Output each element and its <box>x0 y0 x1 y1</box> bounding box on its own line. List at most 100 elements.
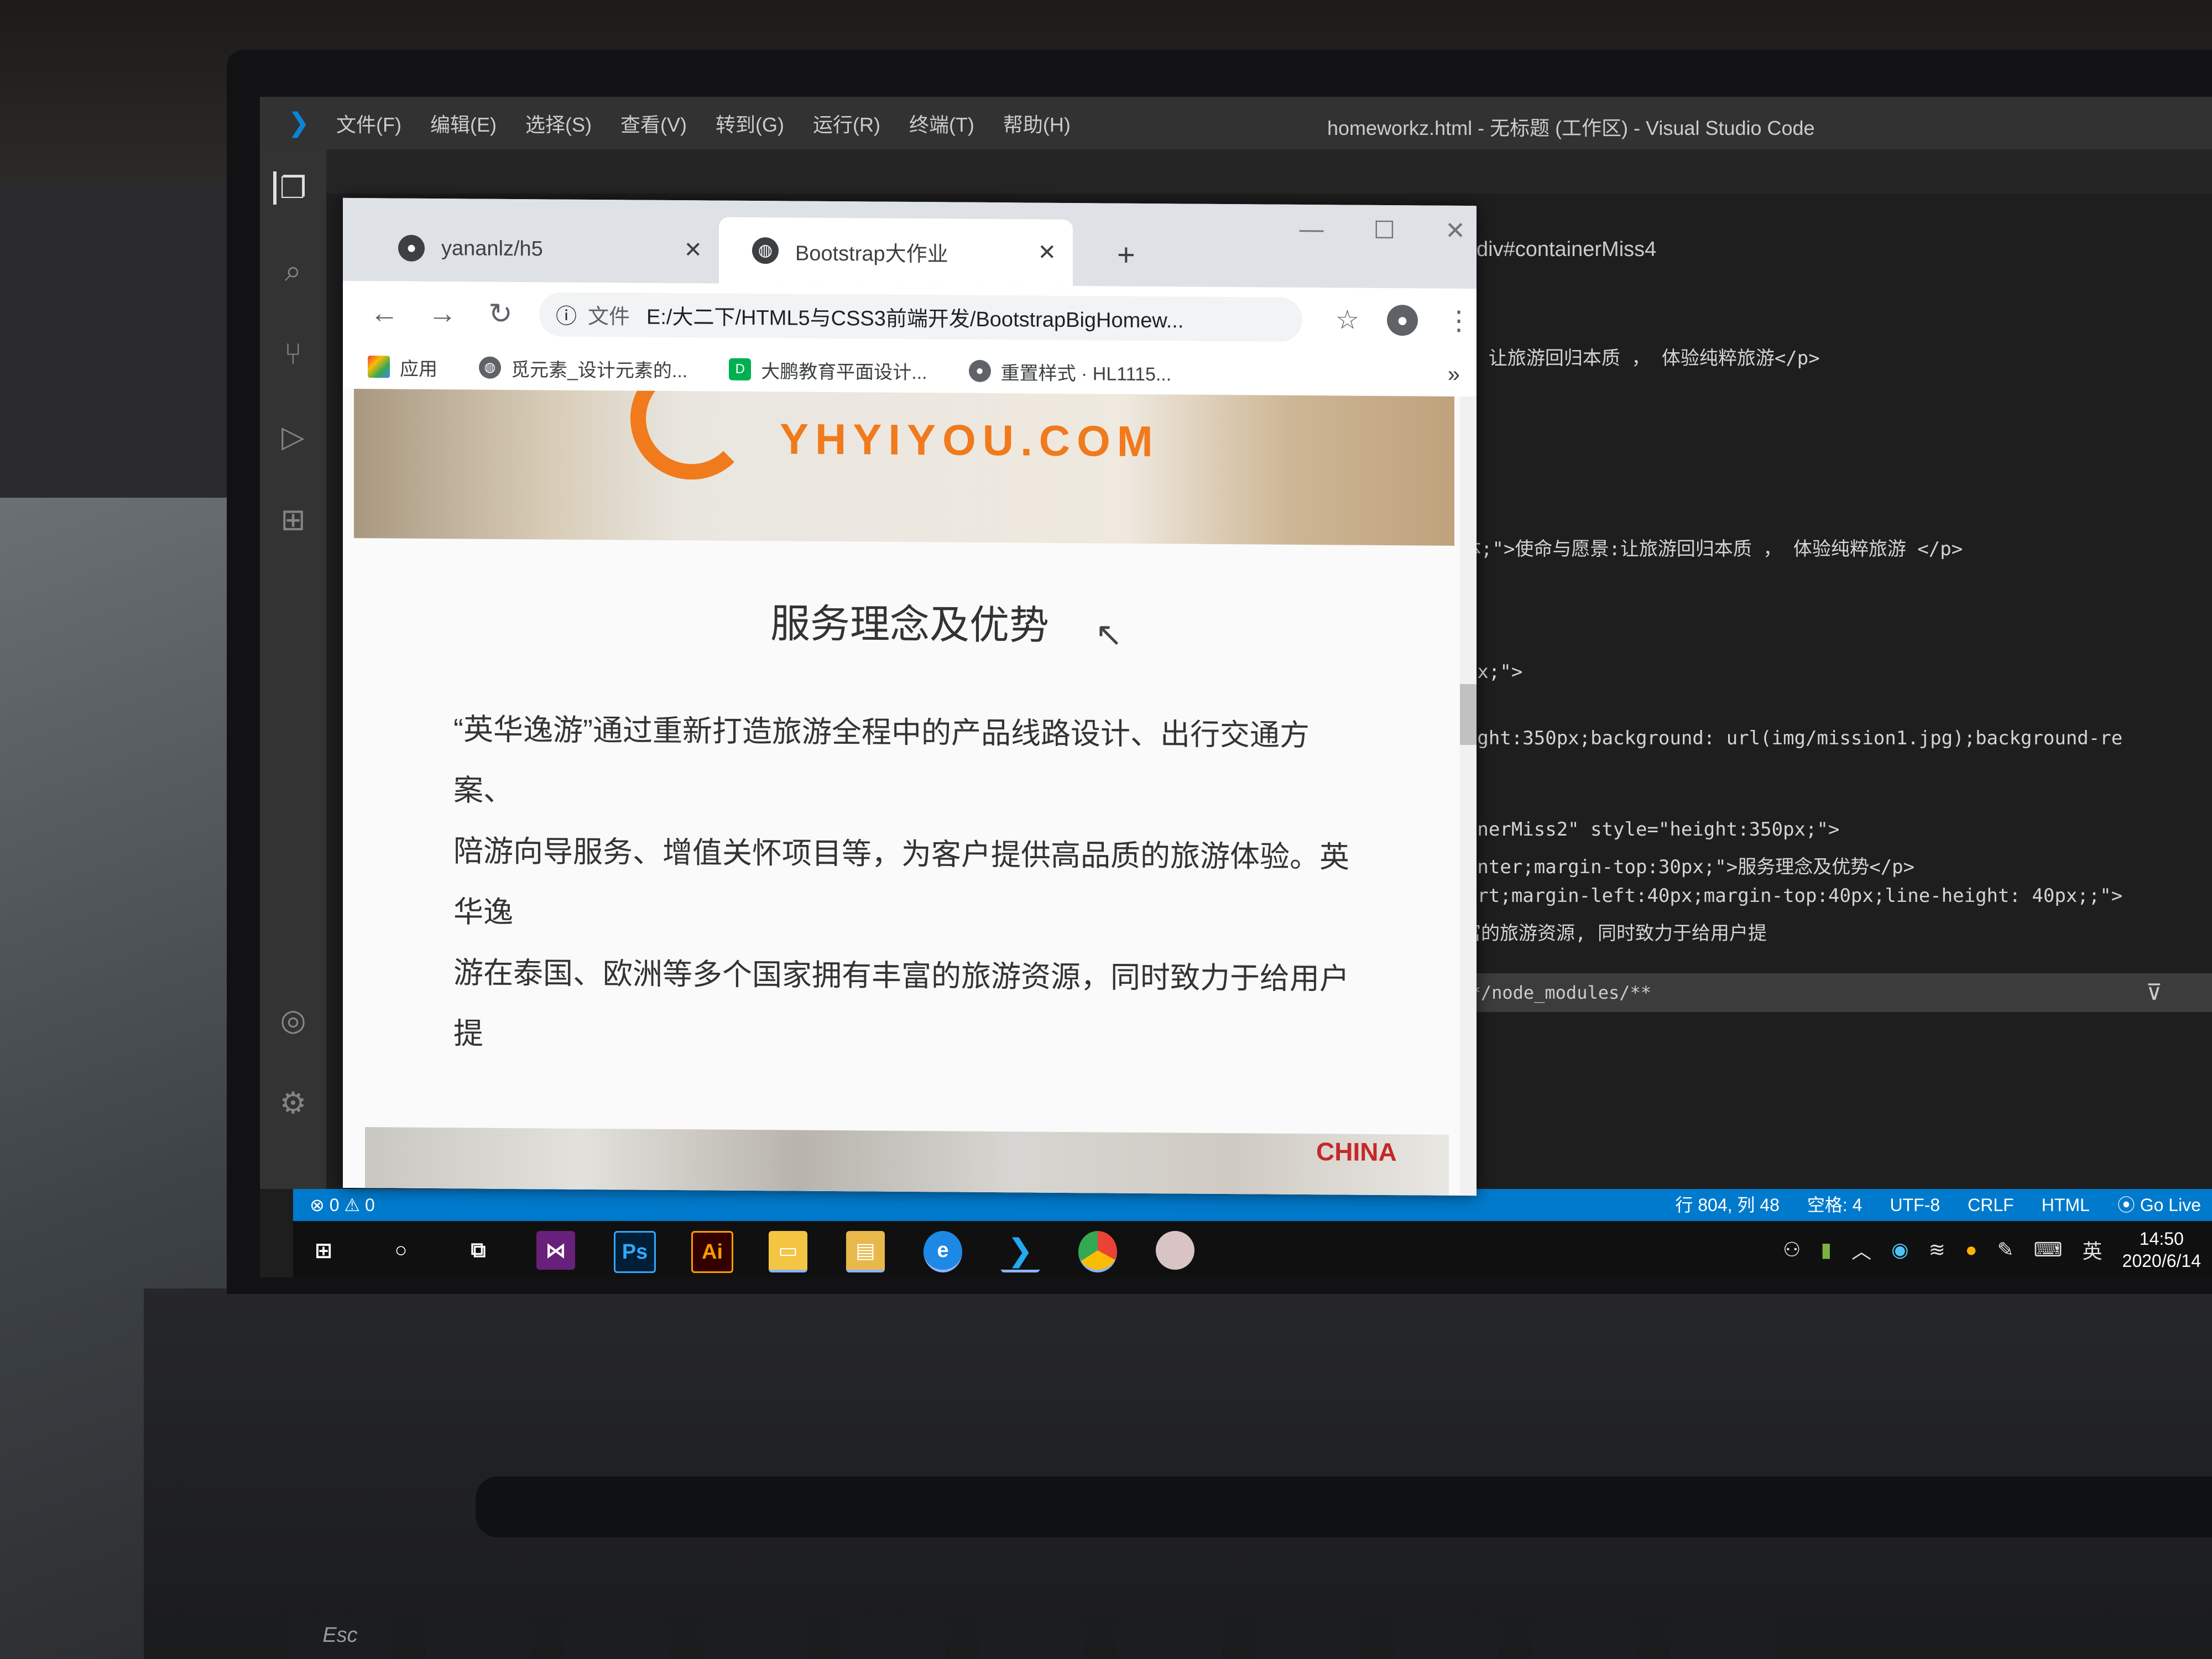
github-icon: ● <box>398 234 425 262</box>
code-line[interactable]: 丰富的旅游资源, 同时致力于给用户提 <box>1443 918 1767 945</box>
vscode-activity-bar: ❐ ⌕ ⑂ ▷ ⊞ ◎ ⚙ <box>260 149 326 1189</box>
bookmark-mizhisu[interactable]: ◍ 觅元素_设计元素的... <box>479 354 687 383</box>
ie-icon[interactable]: e <box>924 1231 962 1272</box>
maximize-icon[interactable]: ☐ <box>1374 216 1395 244</box>
encoding[interactable]: UTF-8 <box>1890 1189 1940 1221</box>
page-scrollbar[interactable] <box>1460 396 1477 1196</box>
menu-go[interactable]: 转到(G) <box>716 109 784 138</box>
visual-studio-icon[interactable]: ⋈ <box>536 1231 575 1270</box>
code-line[interactable]: center;margin-top:30px;">服务理念及优势</p> <box>1443 852 1914 879</box>
code-line[interactable]: 宋体;">使命与愿景:让旅游回归本质 ， 体验纯粹旅游 </p> <box>1443 534 1963 561</box>
accounts-icon[interactable]: ◎ <box>276 1004 310 1037</box>
filter-icon[interactable]: ⊽ <box>2146 973 2162 1012</box>
close-icon[interactable]: ✕ <box>684 237 702 263</box>
f2-key <box>564 1620 669 1659</box>
files-exclude-input[interactable]: !**/node_modules/** ⊽ <box>1438 973 2212 1012</box>
menu-run[interactable]: 运行(R) <box>813 109 880 138</box>
task-view-icon[interactable]: ⧉ <box>459 1231 498 1270</box>
bookmarks-overflow-icon[interactable]: » <box>1448 362 1460 387</box>
f6-key <box>1117 1620 1222 1659</box>
cursor-position[interactable]: 行 804, 列 48 <box>1675 1189 1780 1221</box>
chrome-icon[interactable] <box>1078 1231 1117 1272</box>
close-icon[interactable]: ✕ <box>1037 240 1056 265</box>
reload-icon[interactable]: ↻ <box>484 297 517 330</box>
profile-icon[interactable]: ● <box>1387 304 1418 336</box>
code-line[interactable]: tainerMiss2" style="height:350px;"> <box>1443 818 1839 841</box>
system-tray: ⚇ ▮ ︿ ◉ ≋ ● ✎ ⌨ 英 14:50 2020/6/14 <box>1783 1227 2201 1273</box>
ime-indicator[interactable]: 英 <box>2083 1235 2103 1264</box>
window-controls: — ☐ ✕ <box>1300 216 1465 245</box>
indentation[interactable]: 空格: 4 <box>1807 1189 1863 1221</box>
new-tab-button[interactable]: + <box>1117 237 1135 273</box>
menu-view[interactable]: 查看(V) <box>620 109 687 138</box>
search-icon[interactable]: ⌕ <box>276 254 310 288</box>
explorer-icon[interactable]: ❐ <box>273 171 310 205</box>
battery-icon[interactable]: ▮ <box>1820 1238 1832 1261</box>
extensions-icon[interactable]: ⊞ <box>276 503 310 536</box>
menu-selection[interactable]: 选择(S) <box>525 109 592 138</box>
tab-bootstrap-homework[interactable]: ◍ Bootstrap大作业 ✕ <box>719 217 1073 286</box>
menu-help[interactable]: 帮助(H) <box>1003 109 1071 138</box>
f1-key <box>426 1620 531 1659</box>
file-explorer-icon[interactable]: ▭ <box>769 1231 807 1272</box>
pen-icon[interactable]: ✎ <box>1997 1238 2013 1261</box>
windows-taskbar: ⊞ ○ ⧉ ⋈ Ps Ai ▭ ▤ e ❯ ⚇ ▮ ︿ ◉ ≋ ● ✎ ⌨ 英 … <box>293 1221 2212 1277</box>
code-line[interactable]: start;margin-left:40px;margin-top:40px;l… <box>1443 885 2122 907</box>
broadcast-icon: ⦿ <box>2117 1195 2140 1215</box>
clock[interactable]: 14:50 2020/6/14 <box>2122 1228 2201 1272</box>
bookmark-reset-style[interactable]: ● 重置样式 · HL1115... <box>968 357 1171 386</box>
source-control-icon[interactable]: ⑂ <box>276 337 310 371</box>
menu-file[interactable]: 文件(F) <box>336 109 401 138</box>
breadcrumb[interactable]: div#containerMiss4 <box>1477 238 1656 262</box>
f8-key <box>1394 1620 1499 1659</box>
windows-start-icon[interactable]: ⊞ <box>304 1231 343 1270</box>
paragraph: “英华逸游”通过重新打造旅游全程中的产品线路设计、出行交通方案、 <box>453 713 1310 807</box>
laptop-base <box>144 1288 2212 1659</box>
wifi-icon[interactable]: ≋ <box>1929 1238 1945 1261</box>
address-bar[interactable]: ⓘ 文件 E:/大二下/HTML5与CSS3前端开发/BootstrapBigH… <box>539 291 1302 342</box>
photoshop-icon[interactable]: Ps <box>614 1231 656 1273</box>
f5-key <box>979 1620 1084 1659</box>
bookmark-star-icon[interactable]: ☆ <box>1335 304 1359 335</box>
china-caption: CHINA <box>1316 1137 1397 1167</box>
dapeng-icon: D <box>729 358 752 380</box>
line-ending[interactable]: CRLF <box>1968 1189 2014 1221</box>
go-live-button[interactable]: ⦿ Go Live <box>2117 1189 2201 1221</box>
info-icon[interactable]: ⓘ <box>556 299 577 330</box>
network-globe-icon[interactable]: ◉ <box>1891 1238 1908 1261</box>
people-icon[interactable]: ⚇ <box>1783 1238 1801 1261</box>
cortana-icon[interactable]: ○ <box>382 1231 420 1270</box>
bookmark-dapeng[interactable]: D 大鹏教育平面设计... <box>729 356 927 384</box>
user-avatar-icon[interactable] <box>1156 1231 1194 1270</box>
notepad-icon[interactable]: ▤ <box>846 1231 885 1272</box>
url-text: E:/大二下/HTML5与CSS3前端开发/BootstrapBigHomew.… <box>646 305 1184 333</box>
problems-indicator[interactable]: ⊗ 0 ⚠ 0 <box>310 1189 375 1221</box>
chrome-tab-strip: ● yananlz/h5 ✕ ◍ Bootstrap大作业 ✕ + — ☐ ✕ <box>343 197 1477 289</box>
vscode-icon[interactable]: ❯ <box>1001 1231 1040 1272</box>
illustrator-icon[interactable]: Ai <box>691 1231 733 1273</box>
keyboard-icon[interactable]: ⌨ <box>2034 1238 2063 1261</box>
vscode-window-title: homeworkz.html - 无标题 (工作区) - Visual Stud… <box>1327 117 1815 139</box>
run-debug-icon[interactable]: ▷ <box>276 420 310 453</box>
menu-kebab-icon[interactable]: ⋮ <box>1446 305 1472 336</box>
mouse-cursor-icon: ↖ <box>1095 615 1123 653</box>
app-tray-icon[interactable]: ● <box>1965 1238 1978 1261</box>
scrollbar-thumb[interactable] <box>1460 684 1477 745</box>
logo-text: YHYIYOU.COM <box>780 414 1160 466</box>
menu-edit[interactable]: 编辑(E) <box>430 109 497 138</box>
language-mode[interactable]: HTML <box>2042 1189 2090 1221</box>
chevron-up-icon[interactable]: ︿ <box>1851 1235 1871 1264</box>
minimize-icon[interactable]: — <box>1300 216 1324 244</box>
tab-label: yananlz/h5 <box>441 236 543 260</box>
menu-terminal[interactable]: 终端(T) <box>909 109 974 138</box>
forward-arrow-icon[interactable]: → <box>426 296 459 330</box>
close-window-icon[interactable]: ✕ <box>1445 217 1465 245</box>
section-title: 服务理念及优势 <box>770 602 1049 648</box>
settings-gear-icon[interactable]: ⚙ <box>276 1087 310 1120</box>
bookmark-apps[interactable]: 应用 <box>368 353 437 381</box>
hero-banner-image <box>354 388 1454 546</box>
tab-github-h5[interactable]: ● yananlz/h5 ✕ <box>365 215 719 283</box>
code-line[interactable]: ;"> 让旅游回归本质 ， 体验纯粹旅游</p> <box>1443 343 1820 370</box>
code-line[interactable]: height:350px;background: url(img/mission… <box>1443 727 2122 749</box>
back-arrow-icon[interactable]: ← <box>368 296 401 330</box>
